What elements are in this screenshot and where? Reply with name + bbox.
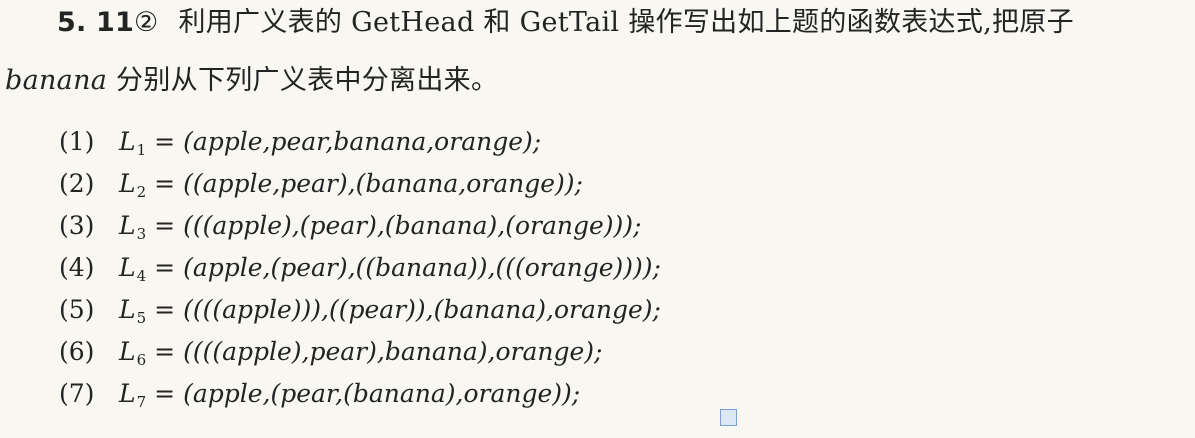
list-subscript: 6 [136, 351, 147, 369]
list-item-1: (1) L1 = (apple,pear,banana,orange); [59, 124, 661, 166]
equals-sign: = [154, 169, 176, 198]
item-number: (5) [59, 295, 95, 324]
item-number: (1) [59, 127, 95, 156]
document-page: 5. 11② 利用广义表的 GetHead 和 GetTail 操作写出如上题的… [0, 0, 1195, 438]
list-subscript: 1 [136, 141, 147, 159]
list-subscript: 5 [136, 309, 147, 327]
list-expression: (((apple),(pear),(banana),(orange))); [183, 211, 642, 240]
item-number: (6) [59, 337, 95, 366]
atom-banana: banana [5, 65, 108, 96]
problem-text-line-1: 利用广义表的 GetHead 和 GetTail 操作写出如上题的函数表达式,把… [178, 7, 1074, 38]
problem-number: 5. 11② [57, 8, 158, 38]
list-name: L [119, 295, 136, 324]
list-name: L [119, 127, 136, 156]
item-number: (4) [59, 253, 95, 282]
list-item-3: (3) L3 = (((apple),(pear),(banana),(orange… [59, 208, 661, 250]
list-expression: ((apple,pear),(banana,orange)); [183, 169, 583, 198]
list-item-2: (2) L2 = ((apple,pear),(banana,orange)); [59, 166, 661, 208]
list-subscript: 3 [136, 225, 147, 243]
list-name: L [119, 211, 136, 240]
list-name: L [119, 169, 136, 198]
item-number: (7) [59, 379, 95, 408]
list-item-6: (6) L6 = ((((apple),pear),banana),orange); [59, 334, 661, 376]
heading-line-2: banana 分别从下列广义表中分离出来。 [5, 66, 1190, 96]
list-items: (1) L1 = (apple,pear,banana,orange); (2) L2… [59, 124, 661, 418]
equals-sign: = [154, 127, 176, 156]
list-item-4: (4) L4 = (apple,(pear),((banana)),(((orang… [59, 250, 661, 292]
equals-sign: = [154, 211, 176, 240]
problem-number-text: 5. 11 [57, 7, 135, 38]
list-expression: (apple,(pear),((banana)),(((orange)))); [183, 253, 661, 282]
checkbox[interactable] [720, 409, 737, 426]
list-item-7: (7) L7 = (apple,(pear,(banana),orange)); [59, 376, 661, 418]
equals-sign: = [154, 295, 176, 324]
item-number: (2) [59, 169, 95, 198]
list-expression: ((((apple),pear),banana),orange); [183, 337, 603, 366]
equals-sign: = [154, 253, 176, 282]
equals-sign: = [154, 337, 176, 366]
list-subscript: 7 [136, 393, 147, 411]
item-number: (3) [59, 211, 95, 240]
list-subscript: 4 [136, 267, 147, 285]
list-subscript: 2 [136, 183, 147, 201]
list-item-5: (5) L5 = ((((apple))),((pear)),(banana),or… [59, 292, 661, 334]
list-name: L [119, 337, 136, 366]
difficulty-mark: ② [134, 7, 159, 38]
list-name: L [119, 253, 136, 282]
problem-text-line-2: 分别从下列广义表中分离出来。 [116, 65, 499, 96]
list-expression: (apple,(pear,(banana),orange)); [183, 379, 581, 408]
list-expression: ((((apple))),((pear)),(banana),orange); [183, 295, 661, 324]
problem-heading: 5. 11② 利用广义表的 GetHead 和 GetTail 操作写出如上题的… [5, 8, 1190, 96]
list-expression: (apple,pear,banana,orange); [183, 127, 542, 156]
equals-sign: = [154, 379, 176, 408]
list-name: L [119, 379, 136, 408]
heading-line-1: 5. 11② 利用广义表的 GetHead 和 GetTail 操作写出如上题的… [5, 8, 1190, 38]
